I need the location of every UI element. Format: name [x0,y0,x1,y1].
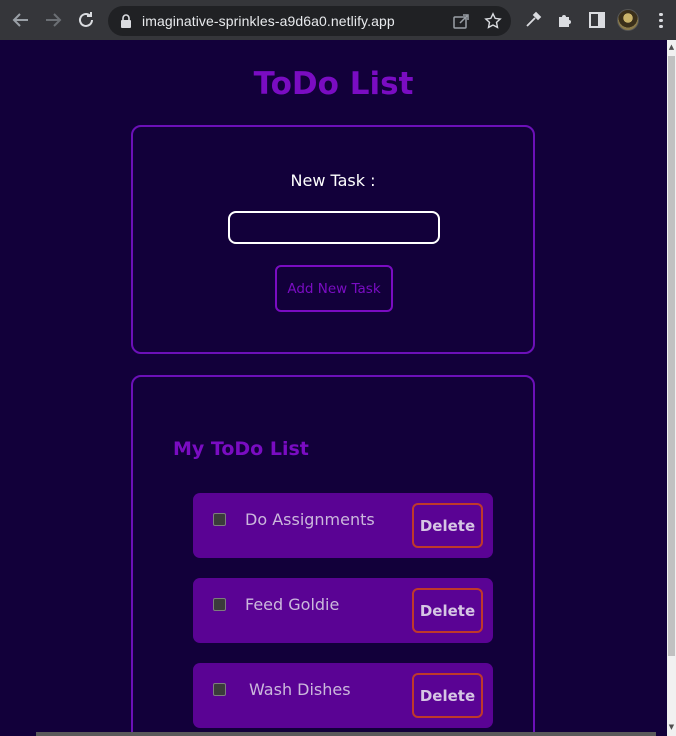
task-checkbox[interactable] [213,683,226,696]
horizontal-scrollbar[interactable] [36,732,656,736]
add-new-task-button[interactable]: Add New Task [275,265,393,312]
browser-toolbar: imaginative-sprinkles-a9d6a0.netlify.app [0,0,676,40]
scrollbar-thumb[interactable] [668,56,675,656]
back-icon[interactable] [9,8,33,32]
scroll-up-arrow-icon[interactable]: ▲ [667,42,676,52]
bookmark-star-icon[interactable] [484,12,502,30]
page-content: ToDo List New Task : Add New Task My ToD… [0,40,667,736]
task-text: Wash Dishes [249,680,351,699]
vertical-scrollbar[interactable]: ▲ ▼ [667,40,676,736]
delete-button[interactable]: Delete [412,673,483,718]
task-checkbox[interactable] [213,598,226,611]
reload-icon[interactable] [74,8,98,32]
delete-button[interactable]: Delete [412,503,483,548]
menu-kebab-icon[interactable] [655,11,667,29]
task-text: Feed Goldie [245,595,340,614]
lock-icon[interactable] [120,14,132,33]
share-icon[interactable] [452,12,470,30]
delete-button[interactable]: Delete [412,588,483,633]
extensions-icon[interactable] [555,10,575,30]
new-task-card: New Task : Add New Task [131,125,535,354]
scroll-down-arrow-icon[interactable]: ▼ [667,722,676,732]
task-text: Do Assignments [245,510,375,529]
new-task-input[interactable] [228,211,440,244]
eyedropper-icon[interactable] [523,10,543,30]
todo-list-card: My ToDo List Do Assignments Delete Feed … [131,375,535,736]
profile-avatar[interactable] [617,9,639,31]
list-title: My ToDo List [173,438,309,460]
url-text[interactable]: imaginative-sprinkles-a9d6a0.netlify.app [142,6,395,36]
address-bar[interactable]: imaginative-sprinkles-a9d6a0.netlify.app [108,6,511,36]
list-item: Wash Dishes Delete [193,663,493,728]
page-title: ToDo List [253,66,414,102]
task-checkbox[interactable] [213,513,226,526]
new-task-label: New Task : [290,171,376,190]
list-item: Feed Goldie Delete [193,578,493,643]
forward-icon[interactable] [41,8,65,32]
side-panel-icon[interactable] [587,10,607,30]
list-item: Do Assignments Delete [193,493,493,558]
